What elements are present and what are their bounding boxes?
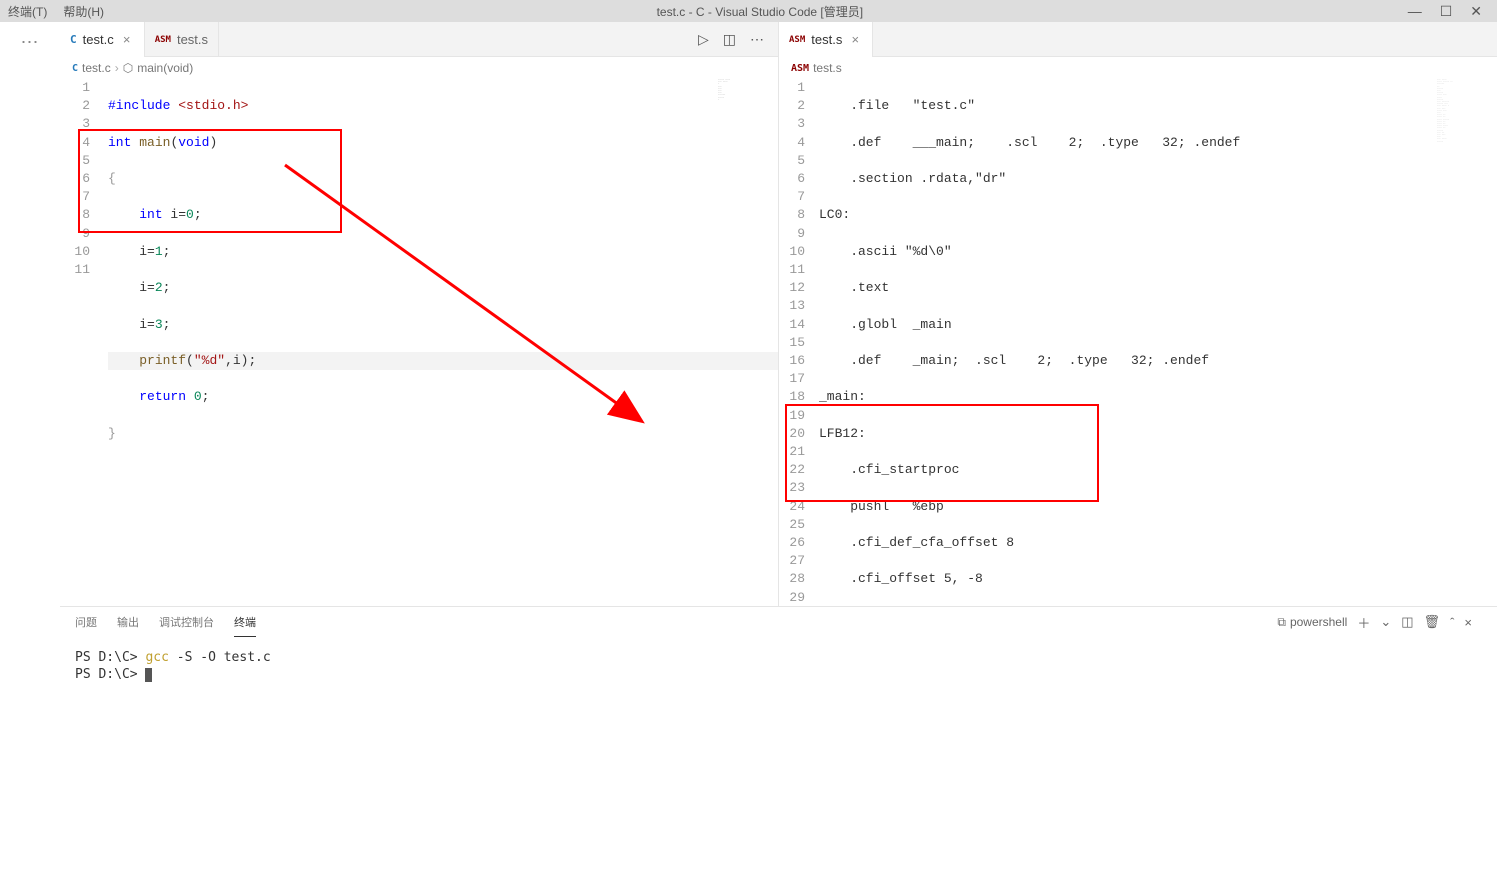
terminal-shell-label[interactable]: ⧉powershell — [1277, 615, 1347, 630]
split-icon[interactable]: ◫ — [723, 31, 736, 48]
trash-icon[interactable]: 🗑 — [1424, 614, 1441, 630]
breadcrumbs-right[interactable]: ASM test.s — [779, 57, 1497, 79]
tab-test-c[interactable]: C test.c × — [60, 22, 145, 57]
c-file-icon: C — [70, 33, 77, 46]
panel-tab-output[interactable]: 输出 — [117, 608, 139, 636]
minimap-left[interactable]: xxxxx xxxxxxx xxxxxxxxxxxxxxxxxxxxxxxxxx… — [718, 79, 778, 199]
close-panel-icon[interactable]: × — [1464, 615, 1472, 630]
minimap-right[interactable]: xxx xxxxxxxx xxxxx xxxxxxxxxxxxxxxxxxxxx… — [1437, 79, 1497, 199]
gutter-right: 1234567891011121314151617181920212223242… — [779, 79, 819, 606]
close-icon[interactable]: ✕ — [1470, 3, 1482, 20]
chevron-up-icon[interactable]: ˆ — [1450, 615, 1454, 630]
tab-label: test.c — [83, 32, 114, 47]
breadcrumb-file[interactable]: test.c — [82, 61, 111, 75]
cursor — [145, 668, 152, 682]
terminal-icon: ⧉ — [1277, 615, 1286, 630]
maximize-icon[interactable]: ☐ — [1440, 3, 1453, 20]
c-file-icon: C — [72, 63, 78, 74]
run-icon[interactable]: ▷ — [698, 31, 709, 48]
menu-terminal[interactable]: 终端(T) — [0, 3, 55, 20]
tab-test-s-left[interactable]: ASM test.s — [145, 22, 219, 57]
panel-tab-debug[interactable]: 调试控制台 — [159, 608, 214, 636]
title-bar: 终端(T) 帮助(H) test.c - C - Visual Studio C… — [0, 0, 1497, 22]
code-editor-right[interactable]: 1234567891011121314151617181920212223242… — [779, 79, 1497, 606]
chevron-right-icon: › — [115, 61, 119, 75]
window-title: test.c - C - Visual Studio Code [管理员] — [112, 3, 1408, 20]
panel-tab-problems[interactable]: 问题 — [75, 608, 97, 636]
split-terminal-icon[interactable]: ◫ — [1401, 614, 1413, 630]
activity-bar: ⋯ — [0, 22, 60, 871]
asm-file-icon: ASM — [789, 35, 805, 45]
code-editor-left[interactable]: 1234567891011 #include <stdio.h> int mai… — [60, 79, 778, 606]
chevron-down-icon[interactable]: ⌄ — [1380, 614, 1391, 630]
tab-close-icon[interactable]: × — [120, 32, 134, 47]
menu-help[interactable]: 帮助(H) — [55, 3, 112, 20]
bottom-panel: 问题 输出 调试控制台 终端 ⧉powershell ＋ ⌄ ◫ 🗑 ˆ × P… — [60, 606, 1497, 871]
add-terminal-icon[interactable]: ＋ — [1357, 613, 1370, 632]
more-actions-icon[interactable]: ⋯ — [750, 31, 764, 48]
tab-test-s-right[interactable]: ASM test.s × — [779, 22, 873, 57]
panel-tab-terminal[interactable]: 终端 — [234, 608, 256, 637]
terminal-content[interactable]: PS D:\C> gcc -S -O test.c PS D:\C> — [60, 637, 1497, 871]
tab-label: test.s — [811, 32, 842, 47]
asm-file-icon: ASM — [155, 35, 171, 45]
editor-pane-right: ASM test.s × ASM test.s 1234567891011121… — [778, 22, 1497, 606]
editor-pane-left: C test.c × ASM test.s ▷ ◫ ⋯ — [60, 22, 778, 606]
asm-file-icon: ASM — [791, 63, 809, 74]
more-icon[interactable]: ⋯ — [21, 32, 40, 53]
gutter-left: 1234567891011 — [60, 79, 108, 606]
minimize-icon[interactable]: — — [1408, 3, 1422, 20]
tab-close-icon[interactable]: × — [848, 32, 862, 47]
tab-label: test.s — [177, 32, 208, 47]
breadcrumb-file[interactable]: test.s — [813, 61, 842, 75]
cube-icon: ⬡ — [123, 61, 133, 75]
breadcrumb-symbol[interactable]: main(void) — [137, 61, 193, 75]
breadcrumbs-left[interactable]: C test.c › ⬡ main(void) — [60, 57, 778, 79]
